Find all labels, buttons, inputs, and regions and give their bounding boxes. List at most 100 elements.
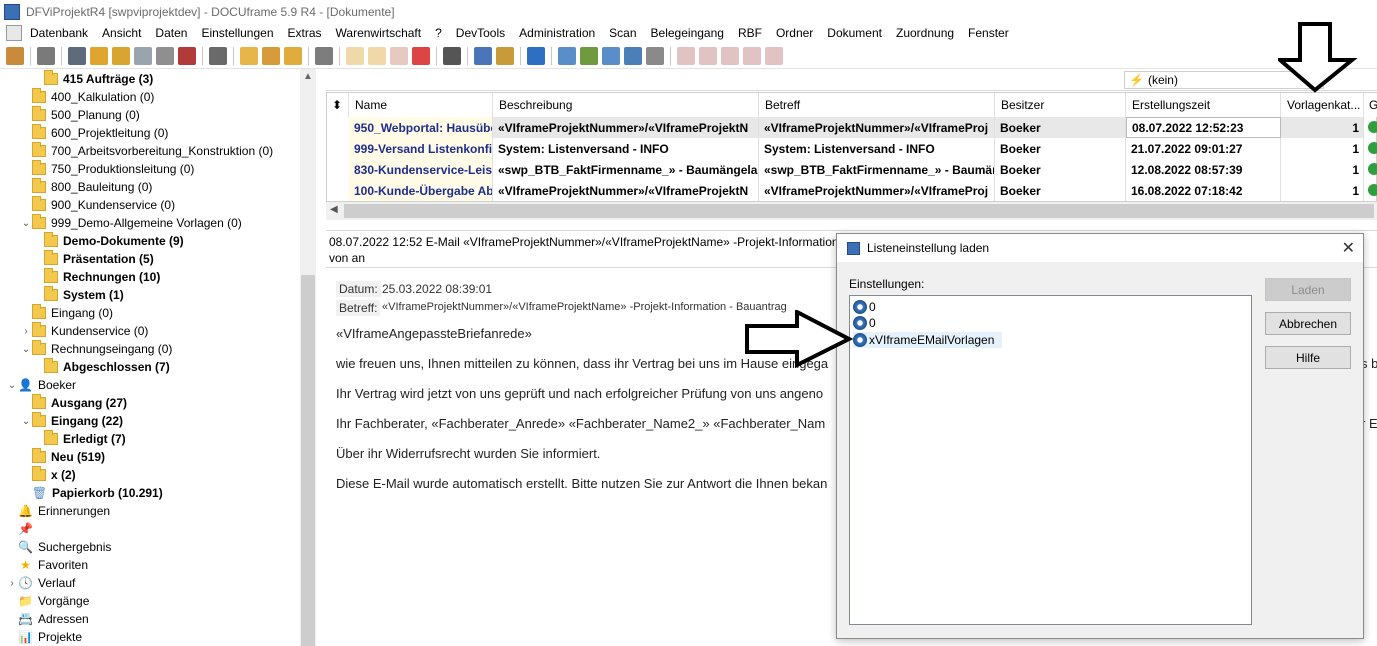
grid-cell-name[interactable]: 830-Kundenservice-Leist <box>349 159 493 180</box>
tree-scrollbar[interactable]: ▲ <box>300 69 316 646</box>
grid-cell-cat[interactable]: 1 <box>1281 159 1364 180</box>
disabled-action-icon[interactable] <box>743 46 761 65</box>
workflow-stop-icon[interactable] <box>646 46 664 65</box>
new-doc-icon[interactable] <box>390 46 408 65</box>
help-button[interactable]: Hilfe <box>1265 346 1351 369</box>
chevron-down-icon[interactable]: ⌄ <box>20 416 32 427</box>
menu-ansicht[interactable]: Ansicht <box>95 26 148 40</box>
grid-cell-desc[interactable]: System: Listenversand - INFO <box>493 138 759 159</box>
menu-extras[interactable]: Extras <box>281 26 329 40</box>
tree-item[interactable]: ★ Favoriten <box>6 556 88 574</box>
tree-item[interactable]: 600_Projektleitung (0) <box>20 124 168 142</box>
tree-item[interactable]: 📁 Vorgänge <box>6 592 89 610</box>
menu-warenwirtschaft[interactable]: Warenwirtschaft <box>329 26 429 40</box>
glasses-icon[interactable] <box>443 46 461 65</box>
grid-cell-owner[interactable]: Boeker <box>995 117 1126 138</box>
folder-up-icon[interactable] <box>262 46 280 65</box>
disabled-action-icon[interactable] <box>765 46 783 65</box>
chevron-right-icon[interactable]: › <box>20 326 32 337</box>
grid-cell-subj[interactable]: «swp_BTB_FaktFirmenname_» - Baumäng <box>759 159 995 180</box>
scroll-left-icon[interactable]: ◀ <box>330 204 338 215</box>
grid-cell-time[interactable]: 21.07.2022 09:01:27 <box>1126 138 1281 159</box>
column-header-betreff[interactable]: Betreff <box>759 93 995 117</box>
column-header-vorlagenkat[interactable]: Vorlagenkat... <box>1281 93 1364 117</box>
chevron-right-icon[interactable]: › <box>6 578 18 589</box>
list-icon[interactable] <box>90 46 108 65</box>
grid-cell-time[interactable]: 12.08.2022 08:57:39 <box>1126 159 1281 180</box>
workflow-next-icon[interactable] <box>580 46 598 65</box>
document-icon[interactable] <box>6 25 22 41</box>
tree-item[interactable]: 🔍 Suchergebnis <box>6 538 111 556</box>
grid-cell-desc[interactable]: «swp_BTB_FaktFirmenname_» - Baumängelanz <box>493 159 759 180</box>
menu-ordner[interactable]: Ordner <box>769 26 820 40</box>
column-header-besitzer[interactable]: Besitzer <box>995 93 1126 117</box>
attach-icon[interactable] <box>156 46 174 65</box>
tree-item[interactable]: › 🕓 Verlauf <box>6 574 75 592</box>
workflow-edit-icon[interactable] <box>624 46 642 65</box>
menu-zuordnung[interactable]: Zuordnung <box>889 26 961 40</box>
tree-item[interactable]: 800_Bauleitung (0) <box>20 178 152 196</box>
column-header-erstellungszeit[interactable]: Erstellungszeit <box>1126 93 1281 117</box>
grid-cell-owner[interactable]: Boeker <box>995 180 1126 201</box>
menu-help[interactable]: ? <box>428 26 449 40</box>
folder-move-icon[interactable] <box>284 46 302 65</box>
tree-item[interactable]: ⌄ 999_Demo-Allgemeine Vorlagen (0) <box>20 214 242 232</box>
tree-item[interactable]: Rechnungen (10) <box>32 268 160 286</box>
settings-list[interactable]: 0 0 xVIframeEMailVorlagen <box>849 295 1252 625</box>
tree-item[interactable]: 🗑 Papierkorb (10.291) <box>20 484 163 502</box>
grid-cell-cat[interactable]: 1 <box>1281 180 1364 201</box>
grid-cell-subj[interactable]: «VIframeProjektNummer»/«VIframeProj <box>759 180 995 201</box>
tree-item[interactable]: Erledigt (7) <box>32 430 126 448</box>
grid-cell-subj[interactable]: «VIframeProjektNummer»/«VIframeProj <box>759 117 995 138</box>
tree-item[interactable]: Eingang (0) <box>20 304 113 322</box>
menu-daten[interactable]: Daten <box>148 26 194 40</box>
print-icon[interactable] <box>37 46 55 65</box>
menu-rbf[interactable]: RBF <box>731 26 769 40</box>
users-icon[interactable] <box>496 46 514 65</box>
disabled-action-icon[interactable] <box>721 46 739 65</box>
card-icon[interactable] <box>68 46 86 65</box>
chevron-down-icon[interactable]: ⌄ <box>6 380 18 391</box>
column-header-g[interactable]: G <box>1364 93 1377 117</box>
tree-item[interactable]: 📌 <box>6 520 38 538</box>
menu-scan[interactable]: Scan <box>602 26 643 40</box>
tree-item[interactable]: ⌄ 👤 Boeker <box>6 376 76 394</box>
column-header-beschreibung[interactable]: Beschreibung <box>493 93 759 117</box>
scrollbar-thumb[interactable] <box>301 275 315 646</box>
settings-list-item-selected[interactable]: xVIframeEMailVorlagen <box>853 332 1003 348</box>
scrollbar-thumb[interactable] <box>344 204 1374 218</box>
delete-icon[interactable] <box>412 46 430 65</box>
chevron-down-icon[interactable]: ⌄ <box>20 344 32 355</box>
close-icon[interactable]: ✕ <box>1342 238 1355 258</box>
folder-icon[interactable] <box>112 46 130 65</box>
cancel-button[interactable]: Abbrechen <box>1265 312 1351 335</box>
tree-item[interactable]: 📇 Adressen <box>6 610 89 628</box>
tree-item[interactable]: Ausgang (27) <box>20 394 127 412</box>
tree-item[interactable]: x (2) <box>20 466 76 484</box>
tree-item[interactable]: 750_Produktionsleitung (0) <box>20 160 194 178</box>
chevron-down-icon[interactable]: ⌄ <box>20 218 32 229</box>
menu-devtools[interactable]: DevTools <box>449 26 512 40</box>
folder-open-icon[interactable] <box>240 46 258 65</box>
phone-icon[interactable] <box>209 46 227 65</box>
settings-list-item[interactable]: 0 <box>853 315 880 331</box>
tree-item[interactable]: System (1) <box>32 286 124 304</box>
grid-cell-cat[interactable]: 1 <box>1281 117 1364 138</box>
grid-horizontal-scrollbar[interactable]: ◀ <box>326 202 1377 220</box>
tree-item[interactable]: Demo-Dokumente (9) <box>32 232 184 250</box>
tree-item[interactable]: Präsentation (5) <box>32 250 154 268</box>
tree-item[interactable]: 700_Arbeitsvorbereitung_Konstruktion (0) <box>20 142 273 160</box>
grid-cell-name[interactable]: 950_Webportal: Hausübe <box>349 117 493 138</box>
menu-fenster[interactable]: Fenster <box>961 26 1016 40</box>
copy-icon[interactable] <box>346 46 364 65</box>
grid-cell-name[interactable]: 100-Kunde-Übergabe Ab <box>349 180 493 201</box>
user-assign-icon[interactable] <box>474 46 492 65</box>
calendar-icon[interactable] <box>178 46 196 65</box>
new-document-icon[interactable] <box>6 46 24 65</box>
tree-item[interactable]: Abgeschlossen (7) <box>32 358 170 376</box>
grid-cell-subj[interactable]: System: Listenversand - INFO <box>759 138 995 159</box>
search-icon[interactable] <box>315 46 333 65</box>
grid-cell-desc[interactable]: «VIframeProjektNummer»/«VIframeProjektN <box>493 117 759 138</box>
grid-cell-cat[interactable]: 1 <box>1281 138 1364 159</box>
tree-item[interactable]: Neu (519) <box>20 448 105 466</box>
